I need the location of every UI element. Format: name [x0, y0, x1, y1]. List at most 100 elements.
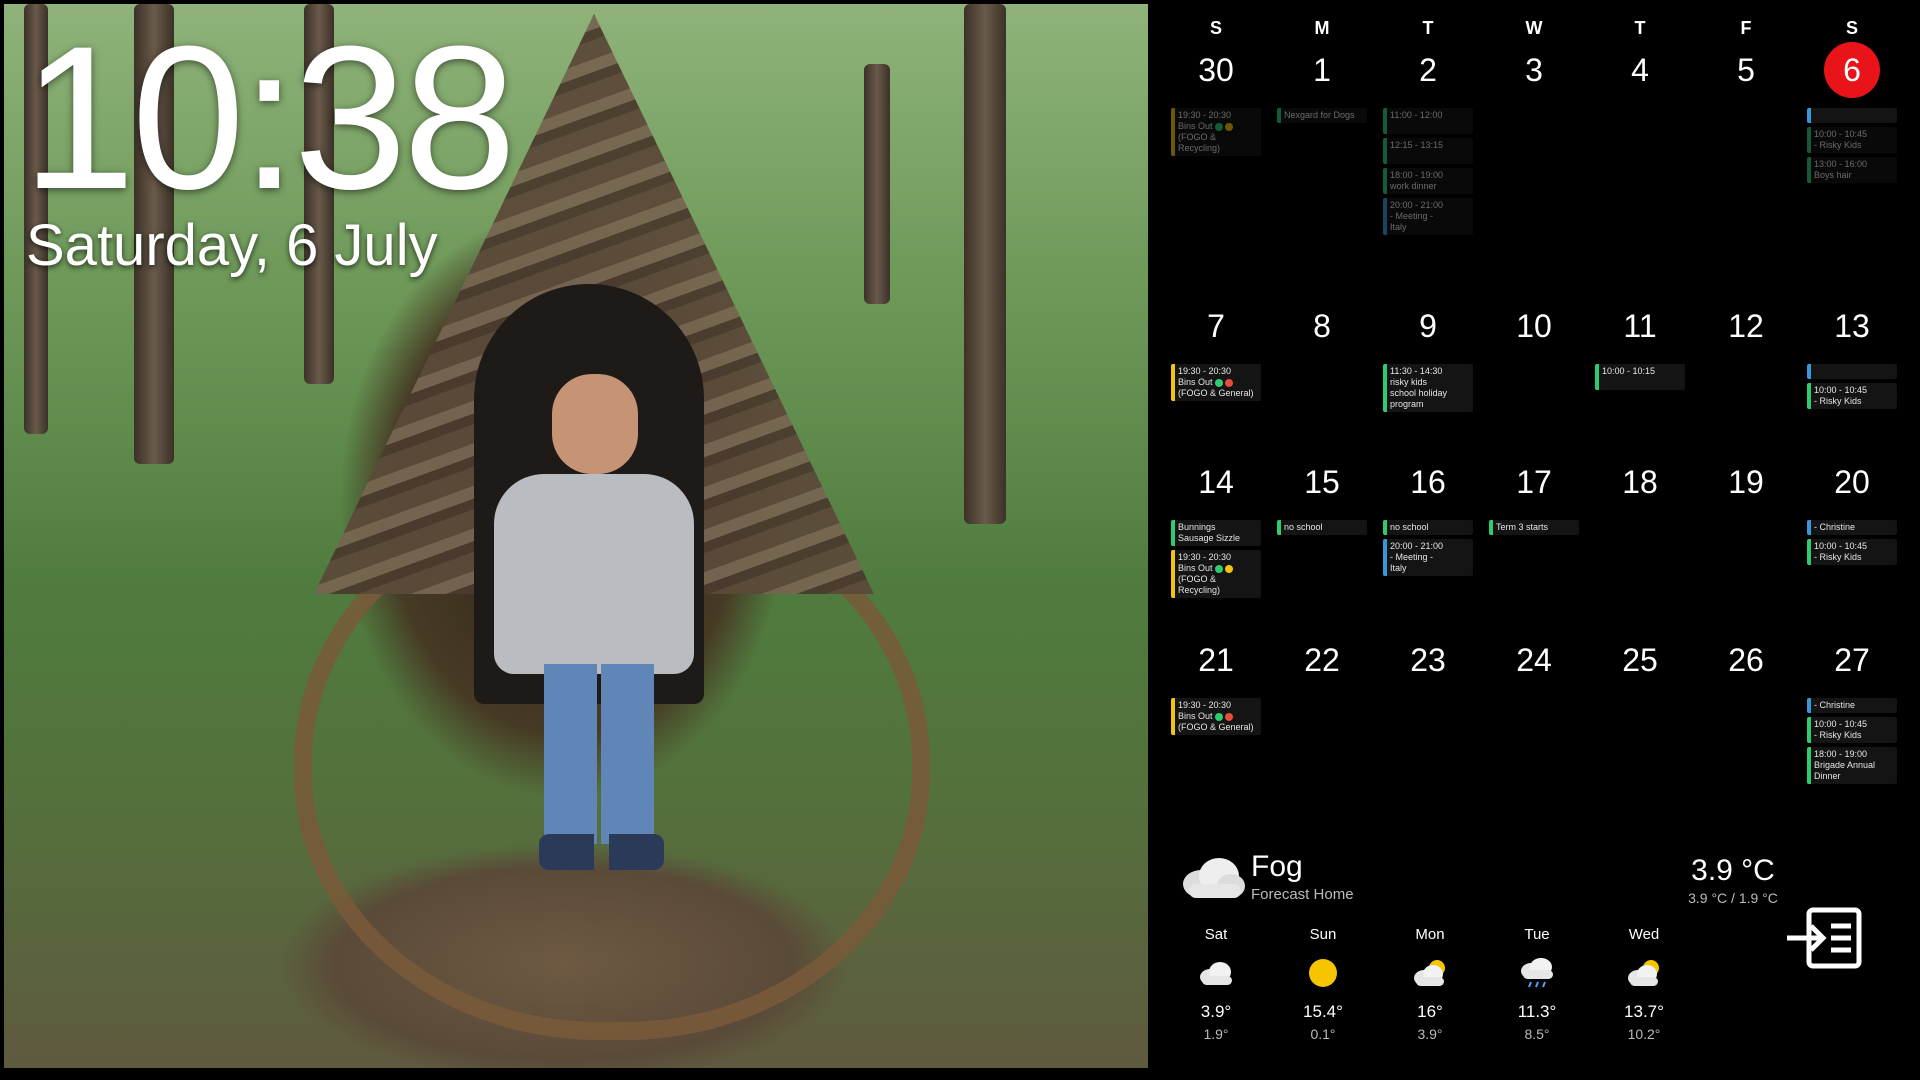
calendar-event[interactable]: 11:30 - 14:30 risky kids school holiday pr…: [1383, 364, 1473, 412]
calendar-day[interactable]: 3: [1481, 50, 1587, 90]
day-events: - Christine 10:00 - 10:45- Risky Kids: [1807, 520, 1897, 569]
calendar-day[interactable]: 26: [1693, 640, 1799, 680]
event-title: Nexgard for Dogs: [1284, 110, 1355, 120]
calendar-event[interactable]: 20:00 - 21:00- Meeting - Italy: [1383, 539, 1473, 576]
calendar-day[interactable]: 27 - Christine 10:00 - 10:45- Risky Kids 18…: [1799, 640, 1905, 784]
date-number: 18: [1587, 462, 1693, 502]
calendar-day[interactable]: 13 10:00 - 10:45- Risky Kids: [1799, 306, 1905, 409]
event-time: 13:00 - 16:00: [1814, 159, 1868, 169]
calendar-event[interactable]: 19:30 - 20:30 Bins Out (FOGO & General): [1171, 698, 1261, 735]
child-jeans: [544, 664, 654, 844]
background-photo: 10:38 Saturday, 6 July: [4, 4, 1148, 1068]
date-number-text: 13: [1834, 308, 1870, 344]
calendar-event[interactable]: 19:30 - 20:30 Bins Out (FOGO & General): [1171, 364, 1261, 401]
date-number: 13: [1799, 306, 1905, 346]
date-number: 21: [1163, 640, 1269, 680]
calendar-event[interactable]: no school: [1383, 520, 1473, 535]
calendar-event[interactable]: no school: [1277, 520, 1367, 535]
calendar-day[interactable]: 14 Bunnings Sausage Sizzle 19:30 - 20:30 Bin…: [1163, 462, 1269, 598]
calendar-day[interactable]: 19: [1693, 462, 1799, 502]
event-title: - Christine: [1814, 700, 1856, 710]
calendar-day[interactable]: 12: [1693, 306, 1799, 346]
cloudy-icon: [1163, 950, 1269, 996]
calendar-event[interactable]: 13:00 - 16:00 Boys hair: [1807, 157, 1897, 183]
calendar-day[interactable]: 21 19:30 - 20:30 Bins Out (FOGO & General): [1163, 640, 1269, 735]
date-number-text: 21: [1198, 642, 1234, 678]
calendar-event[interactable]: 11:00 - 12:00: [1383, 108, 1473, 134]
forecast-low: 3.9°: [1417, 1026, 1443, 1042]
event-time: 18:00 - 19:00: [1390, 170, 1444, 180]
event-time: 20:00 - 21:00: [1390, 541, 1444, 551]
day-events: Term 3 starts: [1489, 520, 1579, 539]
calendar-event[interactable]: - Christine: [1807, 520, 1897, 535]
forecast-low: 10.2°: [1627, 1026, 1661, 1042]
calendar-event[interactable]: Nexgard for Dogs: [1277, 108, 1367, 123]
calendar-event[interactable]: 10:00 - 10:15: [1595, 364, 1685, 390]
date-number-text: 3: [1525, 52, 1543, 88]
forecast-day-name: Tue: [1524, 926, 1550, 943]
calendar-event[interactable]: 18:00 - 19:00 work dinner: [1383, 168, 1473, 194]
event-subtitle: (FOGO & Recycling): [1178, 574, 1221, 595]
date-number: 16: [1375, 462, 1481, 502]
calendar-event[interactable]: - Christine: [1807, 698, 1897, 713]
calendar-day[interactable]: 30 19:30 - 20:30 Bins Out (FOGO & Recycling…: [1163, 50, 1269, 156]
event-time: 10:00 - 10:45: [1814, 129, 1868, 139]
tree-trunk: [964, 4, 1006, 524]
exit-kiosk-icon[interactable]: [1783, 906, 1863, 970]
date-number: 14: [1163, 462, 1269, 502]
calendar-day[interactable]: 15 no school: [1269, 462, 1375, 535]
sunny-icon: [1270, 950, 1376, 996]
rainy-icon: [1484, 950, 1590, 996]
calendar-event[interactable]: 18:00 - 19:00 Brigade Annual Dinner: [1807, 747, 1897, 784]
calendar-day[interactable]: 10: [1481, 306, 1587, 346]
calendar-day[interactable]: 5: [1693, 50, 1799, 90]
calendar-event[interactable]: [1807, 108, 1897, 123]
date-number-text: 11: [1623, 308, 1657, 344]
calendar-day[interactable]: 24: [1481, 640, 1587, 680]
calendar-event[interactable]: [1807, 364, 1897, 379]
child-shoes: [539, 834, 664, 870]
date-number: 15: [1269, 462, 1375, 502]
calendar-day[interactable]: 16 no school 20:00 - 21:00- Meeting - Italy: [1375, 462, 1481, 576]
event-time: 20:00 - 21:00: [1390, 200, 1444, 210]
date-number-text: 12: [1728, 308, 1764, 344]
date-number-text: 30: [1198, 52, 1234, 88]
calendar-day[interactable]: 6 10:00 - 10:45- Risky Kids 13:00 - 16:00…: [1799, 42, 1905, 183]
date-number-text: 26: [1728, 642, 1764, 678]
date-number-text: 4: [1631, 52, 1649, 88]
bin-color-dot: [1224, 564, 1233, 573]
calendar-day[interactable]: 4: [1587, 50, 1693, 90]
date-number-text: 9: [1419, 308, 1437, 344]
calendar-day[interactable]: 22: [1269, 640, 1375, 680]
event-title: [1390, 151, 1470, 162]
calendar-event[interactable]: 20:00 - 21:00- Meeting - Italy: [1383, 198, 1473, 235]
event-time: 19:30 - 20:30: [1178, 110, 1232, 120]
event-title: Bunnings: [1178, 522, 1216, 532]
event-title: - Risky Kids: [1814, 552, 1862, 562]
calendar-day[interactable]: 9 11:30 - 14:30 risky kids school holiday p…: [1375, 306, 1481, 412]
calendar-event[interactable]: 10:00 - 10:45- Risky Kids: [1807, 383, 1897, 409]
calendar-day[interactable]: 2 11:00 - 12:00 12:15 - 13:15 18:00 - 19:…: [1375, 50, 1481, 235]
calendar-event[interactable]: 10:00 - 10:45- Risky Kids: [1807, 717, 1897, 743]
calendar-event[interactable]: 12:15 - 13:15: [1383, 138, 1473, 164]
calendar-event[interactable]: Term 3 starts: [1489, 520, 1579, 535]
weather-widget[interactable]: Fog Forecast Home 3.9 °C 3.9 °C / 1.9 °C…: [1163, 840, 1920, 1080]
calendar-day[interactable]: 7 19:30 - 20:30 Bins Out (FOGO & General): [1163, 306, 1269, 401]
calendar-day[interactable]: 17 Term 3 starts: [1481, 462, 1587, 535]
date-number-text: 27: [1834, 642, 1870, 678]
calendar-day[interactable]: 18: [1587, 462, 1693, 502]
calendar-event[interactable]: 19:30 - 20:30 Bins Out (FOGO & Recycling): [1171, 550, 1261, 598]
calendar-day[interactable]: 8: [1269, 306, 1375, 346]
calendar-event[interactable]: 10:00 - 10:45- Risky Kids: [1807, 127, 1897, 153]
calendar-day[interactable]: 1 Nexgard for Dogs: [1269, 50, 1375, 123]
calendar-event[interactable]: 10:00 - 10:45- Risky Kids: [1807, 539, 1897, 565]
calendar-event[interactable]: 19:30 - 20:30 Bins Out (FOGO & Recycling): [1171, 108, 1261, 156]
calendar-day[interactable]: 20 - Christine 10:00 - 10:45- Risky Kids: [1799, 462, 1905, 565]
bin-color-dot: [1224, 712, 1233, 721]
calendar-day[interactable]: 23: [1375, 640, 1481, 680]
event-time: 19:30 - 20:30: [1178, 700, 1232, 710]
calendar-day[interactable]: 25: [1587, 640, 1693, 680]
calendar-day[interactable]: 11 10:00 - 10:15: [1587, 306, 1693, 390]
date-number: 1: [1269, 50, 1375, 90]
calendar-event[interactable]: Bunnings Sausage Sizzle: [1171, 520, 1261, 546]
